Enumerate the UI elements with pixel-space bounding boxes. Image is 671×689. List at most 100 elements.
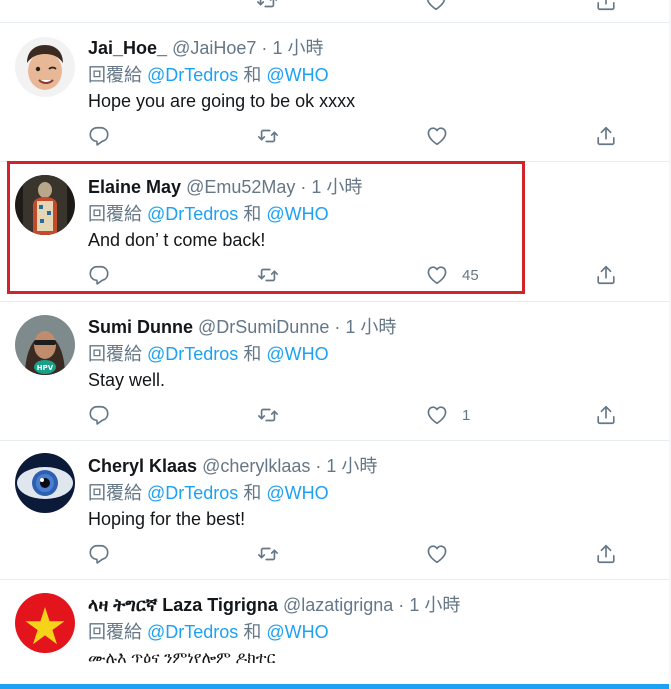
reply-prefix: 回覆給: [88, 483, 142, 503]
like-icon: [426, 125, 448, 147]
like-button[interactable]: [426, 124, 462, 148]
tweet-header: Jai_Hoe_ @JaiHoe7 · 1 小時: [88, 37, 323, 59]
timestamp[interactable]: 1 小時: [326, 456, 377, 476]
previous-tweet-actions: [0, 0, 669, 23]
bottom-accent-bar: [0, 684, 669, 689]
mention-link[interactable]: @DrTedros: [147, 204, 238, 224]
share-button[interactable]: [595, 542, 617, 566]
reply-icon: [88, 125, 110, 147]
mention-link[interactable]: @WHO: [266, 483, 328, 503]
flag-avatar-icon: [15, 593, 75, 653]
separator-dot: ·: [315, 456, 322, 476]
mention-link[interactable]: @DrTedros: [147, 622, 238, 642]
reply-button[interactable]: [88, 403, 110, 427]
tweet-actions: 1: [88, 403, 628, 427]
retweet-button[interactable]: [257, 124, 279, 148]
avatar[interactable]: [15, 175, 75, 235]
tweet-header: Sumi Dunne @DrSumiDunne · 1 小時: [88, 316, 396, 338]
mention-link[interactable]: @DrTedros: [147, 65, 238, 85]
tweet[interactable]: ላዛ ትግርኛ Laza Tigrigna @lazatigrigna · 1 …: [0, 580, 669, 684]
like-button[interactable]: 45: [426, 263, 479, 287]
like-count: 1: [462, 406, 471, 424]
mention-link[interactable]: @WHO: [266, 65, 328, 85]
reply-context: 回覆給 @DrTedros 和 @WHO: [88, 64, 329, 86]
mention-link[interactable]: @WHO: [266, 344, 328, 364]
reply-context: 回覆給 @DrTedros 和 @WHO: [88, 203, 329, 225]
like-icon: [426, 264, 448, 286]
mention-link[interactable]: @WHO: [266, 204, 328, 224]
tweet[interactable]: Elaine May @Emu52May · 1 小時 回覆給 @DrTedro…: [0, 162, 669, 302]
reply-conjunction: 和: [243, 204, 262, 224]
display-name[interactable]: Sumi Dunne: [88, 317, 193, 337]
display-name[interactable]: Cheryl Klaas: [88, 456, 197, 476]
avatar-badge: HPV: [37, 364, 54, 372]
reply-button[interactable]: [88, 124, 110, 148]
display-name[interactable]: Elaine May: [88, 177, 181, 197]
tweet-text: ሙሉእ ጥዕና ንምነየሎም ዶክተር: [88, 650, 276, 667]
reply-feed: Jai_Hoe_ @JaiHoe7 · 1 小時 回覆給 @DrTedros 和…: [0, 0, 670, 689]
eye-avatar-icon: [15, 453, 75, 513]
share-button[interactable]: [595, 124, 617, 148]
mention-link[interactable]: @DrTedros: [147, 483, 238, 503]
retweet-icon[interactable]: [256, 0, 278, 12]
retweet-icon: [257, 404, 279, 426]
tweet-text: Hope you are going to be ok xxxx: [88, 91, 356, 111]
mention-link[interactable]: @WHO: [266, 622, 328, 642]
reply-conjunction: 和: [243, 344, 262, 364]
avatar[interactable]: [15, 37, 75, 97]
timestamp[interactable]: 1 小時: [311, 177, 362, 197]
mention-link[interactable]: @DrTedros: [147, 344, 238, 364]
share-icon: [595, 125, 617, 147]
share-icon[interactable]: [595, 0, 617, 12]
retweet-button[interactable]: [257, 542, 279, 566]
tweet-text: Hoping for the best!: [88, 509, 246, 529]
reply-prefix: 回覆給: [88, 622, 142, 642]
like-icon[interactable]: [425, 0, 447, 12]
tweet[interactable]: Jai_Hoe_ @JaiHoe7 · 1 小時 回覆給 @DrTedros 和…: [0, 23, 669, 162]
like-button[interactable]: [426, 542, 462, 566]
reply-context: 回覆給 @DrTedros 和 @WHO: [88, 343, 329, 365]
timestamp[interactable]: 1 小時: [345, 317, 396, 337]
share-button[interactable]: [595, 263, 617, 287]
reply-context: 回覆給 @DrTedros 和 @WHO: [88, 482, 329, 504]
reply-icon: [88, 543, 110, 565]
reply-prefix: 回覆給: [88, 344, 142, 364]
retweet-icon: [257, 264, 279, 286]
tweet[interactable]: Cheryl Klaas @cherylklaas · 1 小時 回覆給 @Dr…: [0, 441, 669, 580]
like-button[interactable]: 1: [426, 403, 470, 427]
separator-dot: ·: [334, 317, 341, 337]
retweet-button[interactable]: [257, 263, 279, 287]
memoji-avatar-icon: [15, 37, 75, 97]
separator-dot: ·: [300, 177, 307, 197]
display-name[interactable]: Jai_Hoe_: [88, 38, 167, 58]
reply-button[interactable]: [88, 263, 110, 287]
tweet[interactable]: HPV Sumi Dunne @DrSumiDunne · 1 小時 回覆給 @…: [0, 302, 669, 441]
tweet-text: Stay well.: [88, 370, 166, 390]
handle[interactable]: @Emu52May: [186, 177, 295, 197]
separator-dot: ·: [261, 38, 268, 58]
tweet-header: Cheryl Klaas @cherylklaas · 1 小時: [88, 455, 377, 477]
share-icon: [595, 543, 617, 565]
share-button[interactable]: [595, 403, 617, 427]
reply-conjunction: 和: [243, 622, 262, 642]
handle[interactable]: @lazatigrigna: [283, 595, 393, 615]
portrait-avatar-icon: HPV: [15, 315, 75, 375]
share-icon: [595, 404, 617, 426]
tweet-actions: [88, 542, 628, 566]
retweet-icon: [257, 125, 279, 147]
display-name[interactable]: ላዛ ትግርኛ Laza Tigrigna: [88, 595, 278, 615]
timestamp[interactable]: 1 小時: [272, 38, 323, 58]
retweet-button[interactable]: [257, 403, 279, 427]
like-icon: [426, 543, 448, 565]
reply-context: 回覆給 @DrTedros 和 @WHO: [88, 621, 329, 643]
reply-button[interactable]: [88, 542, 110, 566]
timestamp[interactable]: 1 小時: [409, 595, 460, 615]
avatar[interactable]: [15, 453, 75, 513]
avatar[interactable]: HPV: [15, 315, 75, 375]
avatar[interactable]: [15, 593, 75, 653]
handle[interactable]: @DrSumiDunne: [198, 317, 329, 337]
like-icon: [426, 404, 448, 426]
handle[interactable]: @JaiHoe7: [172, 38, 256, 58]
handle[interactable]: @cherylklaas: [202, 456, 310, 476]
tweet-header: ላዛ ትግርኛ Laza Tigrigna @lazatigrigna · 1 …: [88, 594, 460, 616]
